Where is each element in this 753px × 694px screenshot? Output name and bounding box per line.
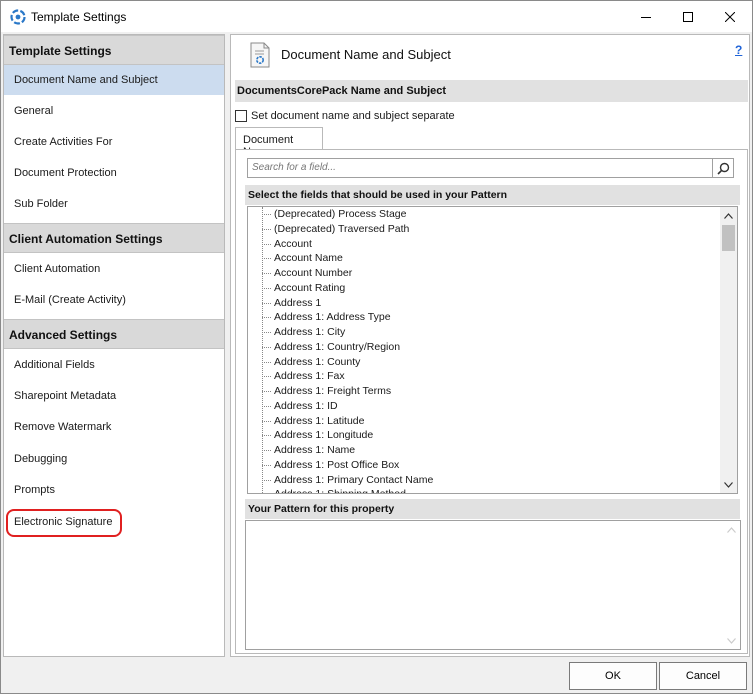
pattern-scroll-up-button [723,521,740,538]
close-icon [725,11,735,22]
ok-button[interactable]: OK [569,662,657,690]
field-list-item[interactable]: Address 1: Name [248,443,718,458]
field-list-item[interactable]: Address 1: Address Type [248,310,718,325]
sidebar-item-document-name-and-subject[interactable]: Document Name and Subject [4,65,224,95]
close-button[interactable] [707,1,753,32]
sidebar-item-create-activities-for[interactable]: Create Activities For [4,127,224,157]
scroll-thumb[interactable] [722,225,735,251]
field-list-item[interactable]: Account Number [248,266,718,281]
separate-name-subject-row[interactable]: Set document name and subject separate [235,108,455,124]
pattern-textarea[interactable] [245,520,741,650]
document-name-tab-panel: Search for a field... Select the fields … [235,149,748,654]
field-list-item[interactable]: (Deprecated) Process Stage [248,207,718,222]
scroll-down-button[interactable] [720,476,737,493]
tab-document-name[interactable]: Document Name [235,127,323,158]
separate-name-subject-checkbox[interactable] [235,110,247,122]
field-list-item[interactable]: Address 1: ID [248,399,718,414]
section-header-client-automation-settings: Client Automation Settings [4,223,224,253]
chevron-down-icon [724,481,733,488]
separate-name-subject-label: Set document name and subject separate [251,110,455,122]
search-button[interactable] [712,158,734,178]
sidebar-item-general[interactable]: General [4,96,224,126]
scroll-up-button[interactable] [720,207,737,224]
sidebar-item-client-automation[interactable]: Client Automation [4,254,224,284]
sidebar-item-prompts[interactable]: Prompts [4,475,224,505]
pattern-header: Your Pattern for this property [245,499,740,519]
sidebar-item-email-create-activity[interactable]: E-Mail (Create Activity) [4,285,224,315]
chevron-up-icon [727,526,736,533]
title-bar: Template Settings [1,1,752,32]
template-settings-window: Template Settings Template Settings Docu… [0,0,753,694]
sidebar-item-document-protection[interactable]: Document Protection [4,158,224,188]
field-list-item[interactable]: Address 1: County [248,355,718,370]
minimize-button[interactable] [623,1,669,32]
content-panel: Document Name and Subject ? DocumentsCor… [230,34,750,657]
field-list-item[interactable]: Address 1: Fax [248,369,718,384]
help-link[interactable]: ? [735,43,742,57]
maximize-icon [683,11,693,22]
field-tree-list[interactable]: (Deprecated) Process Stage (Deprecated) T… [247,206,738,494]
sidebar-item-sharepoint-metadata[interactable]: Sharepoint Metadata [4,381,224,411]
field-rows: (Deprecated) Process Stage (Deprecated) T… [248,207,718,493]
chevron-down-icon [727,637,736,644]
field-list-item[interactable]: Address 1: Post Office Box [248,458,718,473]
search-icon [716,162,729,175]
cancel-button[interactable]: Cancel [659,662,747,690]
sidebar-item-additional-fields[interactable]: Additional Fields [4,350,224,380]
field-list-item[interactable]: Address 1: Country/Region [248,340,718,355]
field-list-item[interactable]: Address 1: Latitude [248,414,718,429]
dialog-footer: OK Cancel [1,657,752,693]
sidebar-item-sub-folder[interactable]: Sub Folder [4,189,224,219]
field-list-item[interactable]: Address 1: City [248,325,718,340]
field-list-item[interactable]: Address 1: Longitude [248,428,718,443]
field-list-item[interactable]: Address 1 [248,296,718,311]
section-header-advanced-settings: Advanced Settings [4,319,224,349]
window-title: Template Settings [31,10,127,24]
page-title: Document Name and Subject [281,47,451,62]
sidebar-item-debugging[interactable]: Debugging [4,444,224,474]
minimize-icon [641,16,651,18]
fields-header: Select the fields that should be used in… [245,185,740,205]
field-list-item[interactable]: Account Rating [248,281,718,296]
field-search-input[interactable]: Search for a field... [247,158,713,178]
app-gear-icon [10,9,26,25]
pattern-scroll-down-button [723,632,740,649]
section-title-band: DocumentsCorePack Name and Subject [235,80,748,102]
field-list-item[interactable]: Address 1: Primary Contact Name [248,473,718,488]
chevron-up-icon [724,212,733,219]
pattern-scrollbar [723,521,740,649]
maximize-button[interactable] [665,1,711,32]
field-list-item[interactable]: (Deprecated) Traversed Path [248,222,718,237]
settings-sidebar: Template Settings Document Name and Subj… [3,34,225,657]
document-settings-icon [250,42,270,68]
field-list-item[interactable]: Address 1: Shipping Method [248,487,718,493]
field-list-item[interactable]: Account Name [248,251,718,266]
section-header-template-settings: Template Settings [4,35,224,65]
field-list-scrollbar[interactable] [720,207,737,493]
field-list-item[interactable]: Account [248,237,718,252]
sidebar-item-remove-watermark[interactable]: Remove Watermark [4,412,224,442]
highlight-annotation [6,509,122,537]
field-list-item[interactable]: Address 1: Freight Terms [248,384,718,399]
